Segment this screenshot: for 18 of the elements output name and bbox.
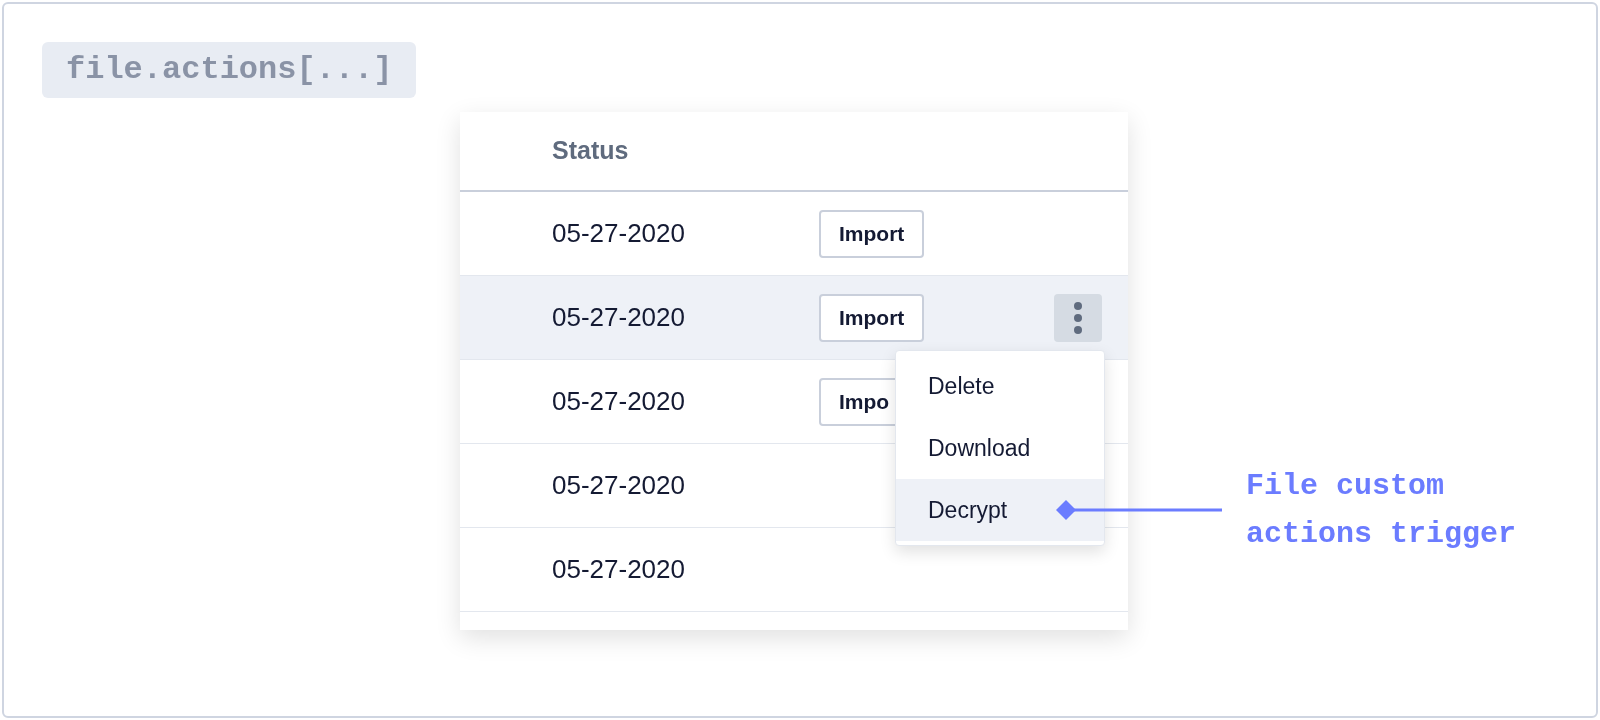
callout-text: File custom actions trigger — [1246, 468, 1518, 553]
vertical-dots-icon — [1073, 300, 1083, 335]
more-options-button[interactable] — [1054, 293, 1102, 342]
date-cell-text: 05-27-2020 — [552, 385, 686, 418]
menu-item[interactable]: Decrypt — [896, 479, 1104, 541]
date-cell-text: 05-27-2020 — [552, 553, 686, 586]
column-header: Status — [552, 135, 629, 167]
menu-item[interactable]: Download — [896, 417, 1104, 479]
table-row[interactable]: 05-27-2020 Import — [460, 192, 1128, 276]
table-row[interactable]: 05-27-2020 Import — [460, 276, 1128, 360]
table-row[interactable]: 05-27-2020 — [460, 528, 1128, 612]
date-cell-text: 05-27-2020 — [552, 469, 686, 502]
code-tag: file.actions[...] — [42, 42, 417, 98]
menu-item[interactable]: Delete — [896, 355, 1104, 417]
import-button[interactable]: Import — [819, 293, 925, 342]
import-button[interactable]: Import — [819, 209, 925, 258]
date-cell-text: 05-27-2020 — [552, 217, 686, 250]
date-cell-text: 05-27-2020 — [552, 301, 686, 334]
